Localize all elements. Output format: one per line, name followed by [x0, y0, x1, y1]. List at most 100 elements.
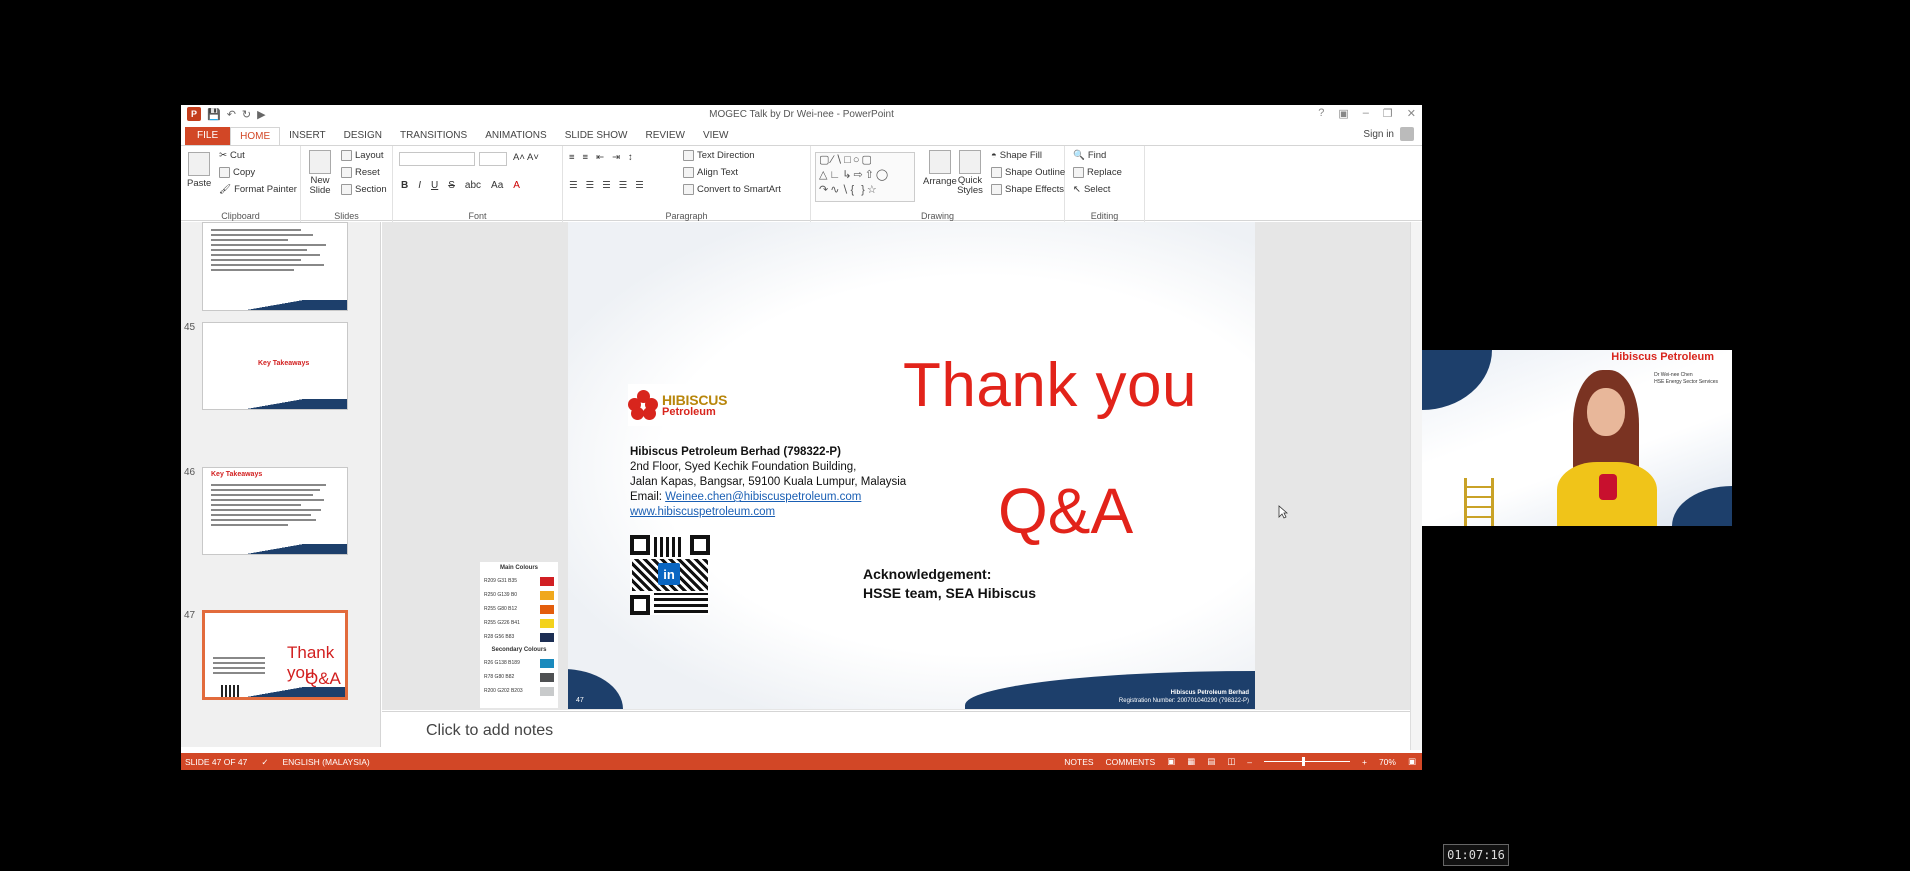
thumbnail-scrollbar[interactable]: [380, 222, 381, 747]
shape-outline-button[interactable]: Shape Outline: [991, 167, 1065, 178]
quick-styles-button[interactable]: Quick Styles: [955, 150, 985, 196]
align-left-icon[interactable]: ☰: [569, 180, 578, 191]
zoom-slider-knob[interactable]: [1301, 757, 1305, 766]
tab-design[interactable]: DESIGN: [335, 127, 391, 145]
slide-sorter-icon[interactable]: ▦: [1187, 756, 1195, 767]
tab-home[interactable]: HOME: [230, 127, 281, 145]
select-button[interactable]: ↖ Select: [1073, 184, 1110, 195]
sign-in[interactable]: Sign in: [1363, 127, 1414, 141]
language-indicator[interactable]: ENGLISH (MALAYSIA): [283, 757, 370, 768]
slide-thumbnail-46[interactable]: Key Takeaways: [202, 467, 348, 555]
paste-button[interactable]: Paste: [187, 152, 211, 189]
footer-company: Hibiscus Petroleum Berhad: [1170, 690, 1249, 696]
palette-row: R200 G202 B203: [480, 684, 558, 698]
new-slide-icon: [309, 150, 331, 174]
tab-review[interactable]: REVIEW: [636, 127, 693, 145]
close-icon[interactable]: ✕: [1407, 107, 1416, 120]
company-contact-block: Hibiscus Petroleum Berhad (798322-P) 2nd…: [630, 445, 906, 520]
numbering-icon[interactable]: ≡: [583, 152, 589, 163]
align-right-icon[interactable]: ☰: [602, 180, 611, 191]
find-label: Find: [1087, 150, 1107, 161]
paste-label: Paste: [187, 178, 212, 189]
slide-scrollbar[interactable]: [1410, 222, 1422, 750]
align-text-button[interactable]: Align Text: [683, 167, 738, 178]
find-button[interactable]: 🔍 Find: [1073, 150, 1106, 161]
slide-thumbnail-44[interactable]: [202, 222, 348, 311]
line-spacing-icon[interactable]: ↕: [628, 152, 633, 163]
font-group: A˄ A˅ B I U S abc Aa A Font: [393, 146, 563, 222]
ribbon-display-icon[interactable]: ▣: [1338, 107, 1348, 120]
thumbnail-text: [211, 229, 339, 274]
font-color-icon[interactable]: A: [513, 180, 520, 191]
slideshow-view-icon[interactable]: ◫: [1227, 756, 1235, 767]
secondary-colours-title: Secondary Colours: [491, 647, 547, 653]
grow-font-icon[interactable]: A˄ A˅: [513, 152, 539, 163]
tab-transitions[interactable]: TRANSITIONS: [391, 127, 476, 145]
zoom-level[interactable]: 70%: [1379, 757, 1396, 767]
minimize-icon[interactable]: –: [1363, 107, 1369, 120]
justify-icon[interactable]: ☰: [619, 180, 628, 191]
reading-view-icon[interactable]: ▤: [1207, 756, 1215, 767]
cut-button[interactable]: ✂ Cut: [219, 150, 245, 161]
font-name-input[interactable]: [399, 152, 475, 166]
thumbnail-text: [211, 484, 339, 529]
strikethrough-button[interactable]: S: [448, 180, 455, 191]
restore-icon[interactable]: ❐: [1383, 107, 1393, 120]
change-case-icon[interactable]: Aa: [491, 180, 503, 191]
tab-animations[interactable]: ANIMATIONS: [476, 127, 555, 145]
slide-thumbnail-47[interactable]: Thank you Q&A: [202, 610, 348, 700]
arrange-button[interactable]: Arrange: [923, 150, 957, 187]
email-label: Email:: [630, 491, 666, 503]
cursor-select-icon: ↖: [1073, 184, 1081, 195]
text-direction-button[interactable]: Text Direction: [683, 150, 755, 161]
new-slide-button[interactable]: New Slide: [305, 150, 335, 196]
spellcheck-icon[interactable]: ✓: [261, 757, 268, 768]
paste-icon: [188, 152, 211, 176]
shapes-gallery[interactable]: ▢∕∖□○▢ △∟↳⇨⇧◯ ↷∿∖{ }☆: [815, 152, 915, 202]
palette-row: R26 G138 B189: [480, 656, 558, 670]
website-link[interactable]: www.hibiscuspetroleum.com: [630, 505, 906, 520]
tab-insert[interactable]: INSERT: [280, 127, 335, 145]
font-size-input[interactable]: [479, 152, 507, 166]
section-button[interactable]: Section: [341, 184, 387, 195]
increase-indent-icon[interactable]: ⇥: [612, 152, 620, 163]
list-buttons: ≡ ≡ ⇤ ⇥ ↕: [569, 152, 633, 163]
tab-slide-show[interactable]: SLIDE SHOW: [556, 127, 637, 145]
fit-slide-icon[interactable]: ▣: [1408, 756, 1416, 767]
notes-toggle[interactable]: NOTES: [1064, 757, 1093, 767]
notes-pane[interactable]: Click to add notes: [382, 711, 1410, 749]
palette-label: R255 G226 B41: [484, 620, 520, 626]
reset-button[interactable]: Reset: [341, 167, 380, 178]
italic-button[interactable]: I: [418, 180, 421, 191]
layout-button[interactable]: Layout: [341, 150, 384, 161]
zoom-out-icon[interactable]: –: [1247, 757, 1252, 767]
replace-icon: [1073, 167, 1084, 178]
slide-thumbnail-45[interactable]: Key Takeaways: [202, 322, 348, 410]
copy-button[interactable]: Copy: [219, 167, 255, 178]
email-link[interactable]: Weinee.chen@hibiscuspetroleum.com: [665, 491, 861, 503]
bold-button[interactable]: B: [401, 180, 408, 191]
tab-file[interactable]: FILE: [185, 127, 231, 145]
format-painter-button[interactable]: 🖌 Format Painter: [219, 184, 297, 195]
replace-button[interactable]: Replace: [1073, 167, 1122, 178]
align-center-icon[interactable]: ☰: [586, 180, 595, 191]
text-direction-label: Text Direction: [697, 150, 755, 161]
comments-toggle[interactable]: COMMENTS: [1106, 757, 1156, 767]
zoom-in-icon[interactable]: +: [1362, 757, 1367, 767]
shape-effects-button[interactable]: Shape Effects: [991, 184, 1064, 195]
convert-smartart-button[interactable]: Convert to SmartArt: [683, 184, 781, 195]
current-slide[interactable]: 47 Hibiscus Petroleum Berhad Registratio…: [568, 222, 1255, 709]
decrease-indent-icon[interactable]: ⇤: [596, 152, 604, 163]
help-icon[interactable]: ?: [1318, 107, 1324, 120]
qr-code: in: [630, 535, 710, 615]
shape-fill-button[interactable]: ◓ Shape Fill: [991, 150, 1042, 161]
columns-icon[interactable]: ☰: [635, 180, 644, 191]
bullets-icon[interactable]: ≡: [569, 152, 575, 163]
normal-view-icon[interactable]: ▣: [1167, 756, 1175, 767]
tab-view[interactable]: VIEW: [694, 127, 738, 145]
underline-button[interactable]: U: [431, 180, 438, 191]
char-spacing-icon[interactable]: abc: [465, 180, 481, 191]
slide-number-45: 45: [184, 322, 196, 333]
align-buttons: ☰ ☰ ☰ ☰ ☰: [569, 180, 644, 191]
zoom-slider[interactable]: [1263, 757, 1350, 766]
